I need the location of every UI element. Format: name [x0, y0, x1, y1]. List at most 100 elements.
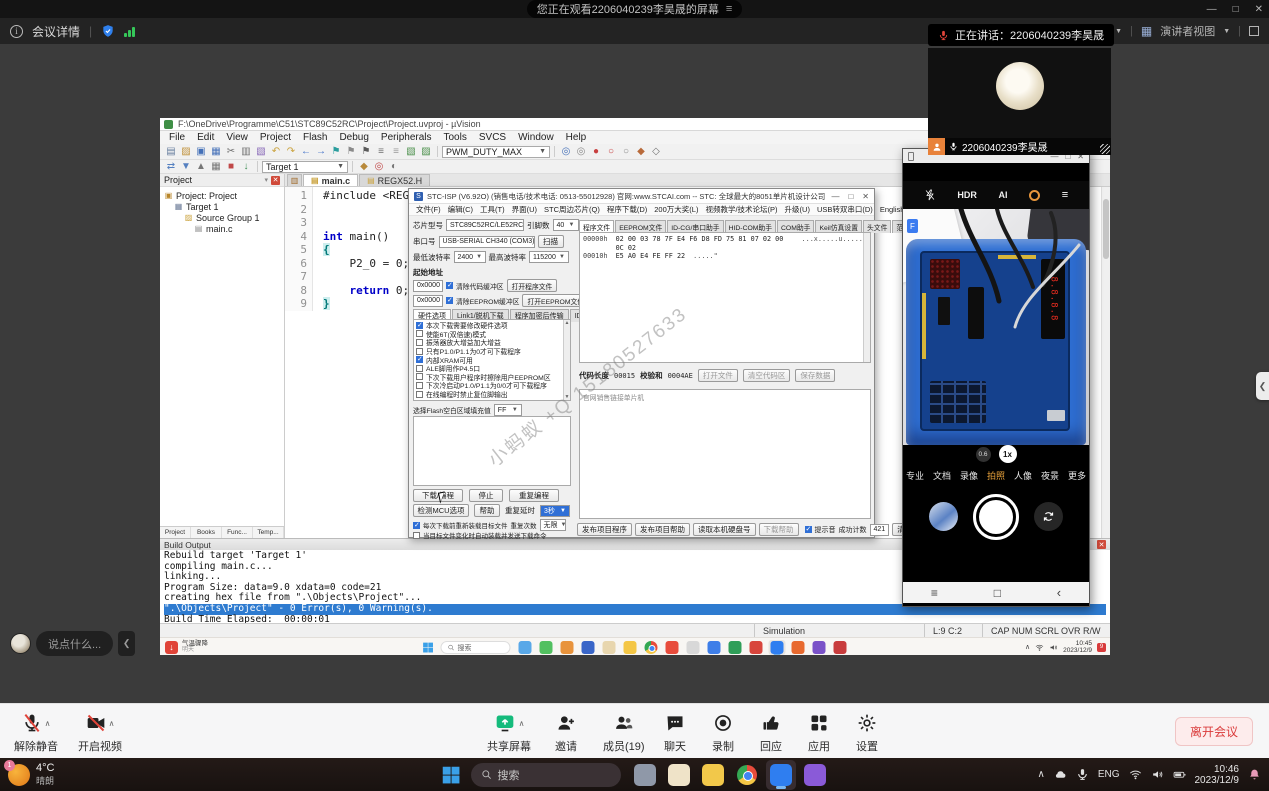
apps-button[interactable]: 应用 — [808, 711, 830, 754]
app-purple[interactable] — [811, 640, 828, 655]
expression-combo[interactable]: PWM_DUTY_MAX▼ — [442, 146, 550, 158]
navigate-back-icon[interactable]: ← — [299, 145, 313, 158]
hardware-option[interactable]: 在线编程时禁止复位脚输出 — [416, 390, 568, 399]
find-icon[interactable]: ◎ — [559, 145, 573, 158]
stc-menu-item[interactable]: 升级(U) — [782, 204, 813, 215]
navigate-forward-icon[interactable]: → — [314, 145, 328, 158]
maximize-icon[interactable]: □ — [848, 192, 853, 201]
prev-bookmark-icon[interactable]: ⚑ — [344, 145, 358, 158]
repeat-program-button[interactable]: 重复编程 — [509, 489, 559, 502]
participant-video[interactable]: 2206040239李昊晟 — [928, 48, 1111, 155]
app-wechat[interactable] — [538, 640, 555, 655]
eeprom-address-field[interactable]: 0x0000 — [413, 295, 443, 307]
indent-icon[interactable]: ≡ — [374, 145, 388, 158]
comment-icon[interactable]: ▧ — [404, 145, 418, 158]
chevron-down-icon[interactable]: ▼ — [1115, 28, 1122, 35]
camera-mode-人像[interactable]: 人像 — [1014, 469, 1032, 482]
option-checkbox[interactable] — [416, 373, 423, 380]
app-blue[interactable] — [706, 640, 723, 655]
keil-menu-debug[interactable]: Debug — [334, 132, 373, 143]
tree-item-target[interactable]: ▦ Target 1 — [164, 201, 284, 212]
editor-tab-regx52h[interactable]: ▤REGX52.H — [359, 174, 430, 186]
taskbar-chrome[interactable] — [732, 760, 762, 790]
find-in-files-icon[interactable]: ◎ — [574, 145, 588, 158]
keil-menu-flash[interactable]: Flash — [298, 132, 332, 143]
filter-icon[interactable] — [1029, 190, 1040, 201]
menu-icon[interactable]: ≡ — [726, 3, 732, 15]
shield-icon[interactable] — [101, 24, 115, 38]
hex-scrollbar[interactable] — [863, 233, 870, 362]
repeat-delay-combo[interactable]: 3秒▼ — [540, 505, 570, 517]
shared-search-input[interactable]: 搜索 — [441, 641, 511, 654]
shutter-button[interactable] — [973, 494, 1019, 540]
target-combo[interactable]: Target 1▼ — [262, 161, 348, 173]
project-tab-books[interactable]: Books — [191, 527, 222, 538]
target-options-icon[interactable]: ◆ — [357, 160, 371, 173]
start-video-button[interactable]: ∧ 开启视频 — [78, 711, 122, 754]
beep-checkbox[interactable] — [805, 526, 812, 533]
zoom-0-6-button[interactable]: 0.6 — [976, 447, 991, 462]
leave-meeting-button[interactable]: 离开会议 — [1175, 717, 1253, 746]
camera-mode-拍照[interactable]: 拍照 — [987, 469, 1005, 482]
stc-menu-item[interactable]: USB转双串口(D) — [814, 204, 876, 215]
publish-help-button[interactable]: 发布项目帮助 — [635, 523, 690, 536]
code-address-field[interactable]: 0x0000 — [413, 280, 443, 292]
taskbar-settings[interactable] — [800, 760, 830, 790]
pin-count-combo[interactable]: 40▼ — [553, 219, 579, 231]
project-tab-project[interactable]: Project — [160, 527, 191, 538]
speaker-icon[interactable] — [1049, 643, 1058, 652]
camera-menu-icon[interactable]: ≡ — [1062, 189, 1068, 201]
copy-icon[interactable]: ▥ — [239, 145, 253, 158]
battery-icon[interactable] — [1173, 768, 1186, 781]
app-opera[interactable] — [664, 640, 681, 655]
share-screen-button[interactable]: ∧ 共享屏幕 — [487, 711, 531, 754]
uncomment-icon[interactable]: ▨ — [419, 145, 433, 158]
view-mode-button[interactable]: 演讲者视图 — [1160, 23, 1215, 39]
back-icon[interactable]: ‹ — [1057, 585, 1061, 600]
unmute-button[interactable]: ∧ 解除静音 — [14, 711, 58, 754]
chip-model-combo[interactable]: STC89C52RC/LE52RC▼ — [446, 219, 524, 231]
new-file-icon[interactable]: ▤ — [164, 145, 178, 158]
speaker-icon[interactable] — [1151, 768, 1164, 781]
tray-chevron-icon[interactable]: ∧ — [1025, 643, 1030, 651]
chevron-up-icon[interactable]: ∧ — [109, 719, 115, 728]
baud-max-combo[interactable]: 115200▼ — [529, 251, 569, 263]
fullscreen-icon[interactable] — [1249, 26, 1259, 36]
close-icon[interactable]: ✕ — [1097, 540, 1106, 549]
chat-avatar[interactable] — [10, 633, 31, 654]
chat-collapse-button[interactable]: ❮ — [118, 631, 135, 656]
configure-icon[interactable]: ◇ — [649, 145, 663, 158]
app-word[interactable] — [580, 640, 597, 655]
book-tab-icon[interactable]: ▥ — [287, 174, 302, 186]
baud-min-combo[interactable]: 2400▼ — [454, 251, 486, 263]
minimize-icon[interactable]: — — [831, 192, 839, 201]
chevron-up-icon[interactable]: ∧ — [45, 719, 51, 728]
bookmark-icon[interactable]: ⚑ — [329, 145, 343, 158]
close-icon[interactable]: ✕ — [271, 176, 280, 185]
shared-clock[interactable]: 10:45 2023/12/9 — [1063, 640, 1092, 654]
keil-menu-file[interactable]: File — [164, 132, 190, 143]
redo-icon[interactable]: ↷ — [284, 145, 298, 158]
save-data-button[interactable]: 保存数据 — [795, 369, 835, 382]
cut-icon[interactable]: ✂ — [224, 145, 238, 158]
option-checkbox[interactable] — [416, 339, 423, 346]
download-icon[interactable]: ↓ — [239, 160, 253, 173]
camera-viewfinder[interactable]: F 8.8.8.8 — [903, 209, 1089, 445]
zoom-1x-button[interactable]: 1x — [999, 445, 1017, 463]
cloud-icon[interactable] — [1054, 768, 1067, 781]
weather-widget[interactable]: 1 4°C 晴朗 — [8, 762, 54, 787]
panel-collapse-button[interactable]: ❮ — [1256, 372, 1269, 400]
chevron-down-icon[interactable]: ▼ — [1223, 28, 1230, 35]
open-program-button[interactable]: 打开程序文件 — [507, 279, 558, 292]
wifi-icon[interactable] — [1129, 768, 1142, 781]
clear-eeprom-checkbox[interactable] — [446, 297, 453, 304]
notification-badge[interactable]: 9 — [1097, 643, 1106, 652]
project-tab-temp[interactable]: Temp... — [253, 527, 284, 538]
close-icon[interactable]: ✕ — [862, 192, 869, 201]
option-checkbox[interactable] — [416, 365, 423, 372]
serial-port-combo[interactable]: USB-SERIAL CH340 (COM3)▼ — [439, 236, 535, 248]
paste-icon[interactable]: ▧ — [254, 145, 268, 158]
app-folder[interactable] — [622, 640, 639, 655]
app-meeting[interactable] — [769, 640, 786, 655]
meeting-details-button[interactable]: 会议详情 — [32, 23, 80, 40]
